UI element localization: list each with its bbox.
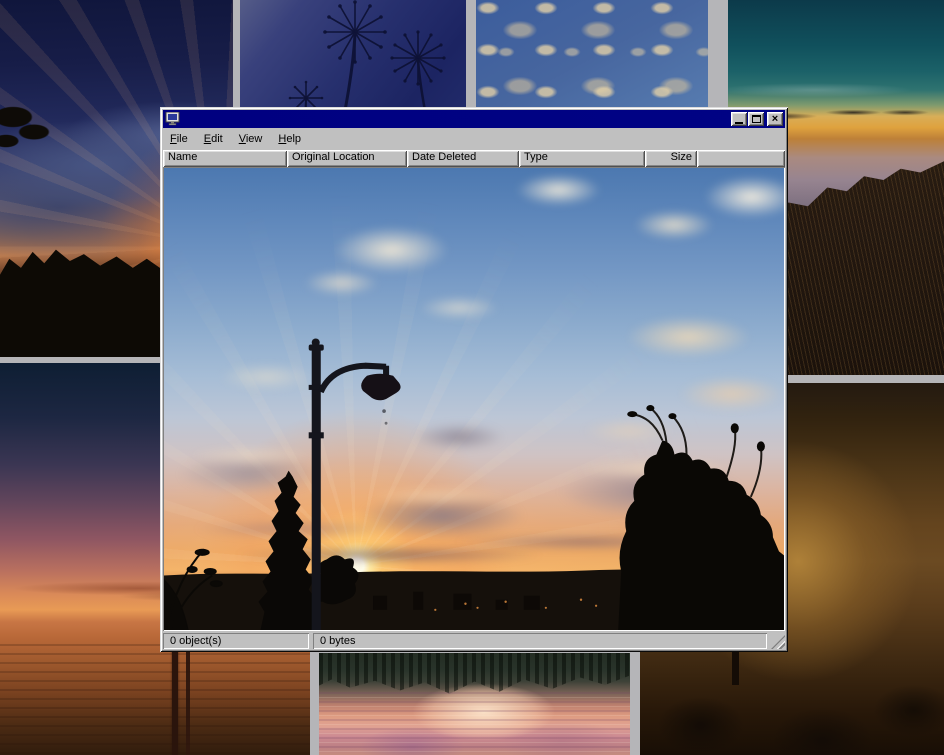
silhouette-layer	[164, 168, 784, 630]
maximize-icon	[752, 115, 761, 123]
minimize-button[interactable]	[731, 112, 747, 126]
sunset-lamp-photo	[164, 168, 784, 630]
desktop-collage: { "window": { "title": "", "menu": { "it…	[0, 0, 944, 755]
window-icon	[165, 112, 181, 126]
cypress-tree	[258, 471, 316, 630]
lake-pole	[172, 647, 178, 755]
column-header-size[interactable]: Size	[645, 150, 697, 167]
column-header-type[interactable]: Type	[519, 150, 645, 167]
column-header-original-location[interactable]: Original Location	[287, 150, 407, 167]
minimize-icon	[735, 122, 743, 124]
right-tree-mass	[618, 405, 784, 630]
close-icon: ×	[772, 114, 778, 124]
column-header-filler	[697, 150, 785, 167]
column-header-row: Name Original Location Date Deleted Type…	[163, 150, 785, 167]
menu-edit[interactable]: Edit	[204, 133, 223, 145]
menu-bar: File Edit View Help	[163, 128, 785, 150]
maximize-button[interactable]	[748, 112, 764, 126]
menu-view[interactable]: View	[239, 133, 263, 145]
file-list-area	[163, 167, 785, 631]
lake-pole	[186, 651, 190, 755]
close-button[interactable]: ×	[767, 112, 783, 126]
recycle-bin-window: × File Edit View Help Name Original Loca…	[160, 107, 788, 652]
status-bar: 0 object(s) 0 bytes	[163, 631, 785, 649]
title-bar[interactable]: ×	[163, 110, 785, 128]
column-header-date-deleted[interactable]: Date Deleted	[407, 150, 519, 167]
menu-help[interactable]: Help	[278, 133, 301, 145]
resize-grip[interactable]	[771, 635, 785, 649]
menu-file[interactable]: File	[170, 133, 188, 145]
status-objects: 0 object(s)	[163, 633, 309, 649]
status-bytes: 0 bytes	[313, 633, 767, 649]
column-header-name[interactable]: Name	[163, 150, 287, 167]
lamp-head	[361, 374, 400, 401]
bg-photo-water-reflection	[319, 653, 630, 755]
